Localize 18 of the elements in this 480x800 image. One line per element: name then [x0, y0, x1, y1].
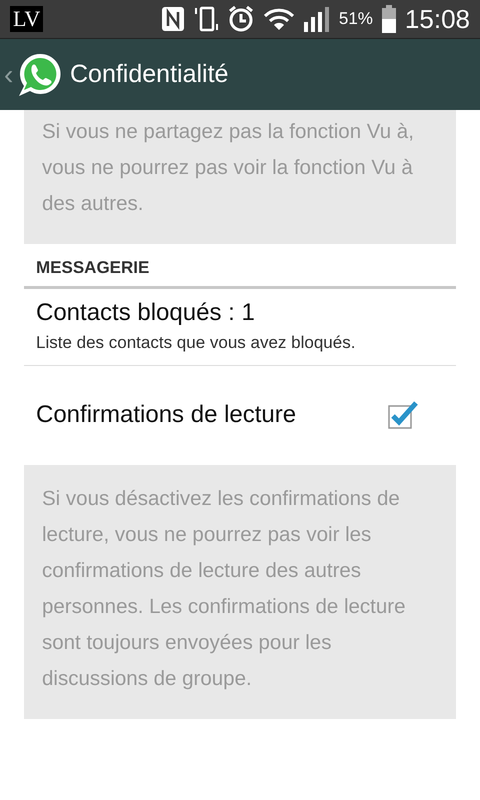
info-note: Si vous désactivez les confirmations de lecture, vous ne pourrez pas voir les confirmations de lecture des autres personnes. Les confirmations de lecture sont toujours envoyées pour les discussions de groupe.	[24, 465, 456, 719]
wifi-icon	[262, 6, 295, 32]
screen-title: Confidentialité	[70, 60, 228, 89]
notification-badge: LV	[10, 6, 44, 32]
battery-icon	[380, 5, 397, 33]
alarm-icon	[226, 5, 255, 33]
signal-icon	[302, 6, 331, 32]
info-note: Si vous ne partagez pas la fonction Vu à, vous ne pourrez pas voir la fonction Vu à des autres.	[24, 110, 456, 244]
battery-percent: 51%	[338, 9, 373, 29]
setting-title[interactable]: Contacts bloqués : 1	[36, 299, 444, 327]
vibrate-icon	[192, 5, 219, 33]
checkbox[interactable]	[388, 400, 418, 430]
clock: 15:08	[404, 4, 470, 34]
setting-summary: Liste des contacts que vous avez bloqués.	[36, 333, 356, 353]
nfc-icon	[160, 6, 185, 32]
setting-title: Confirmations de lecture	[36, 400, 298, 428]
back-button[interactable]: ‹	[4, 58, 16, 90]
section-header: MESSAGERIE	[24, 244, 456, 289]
